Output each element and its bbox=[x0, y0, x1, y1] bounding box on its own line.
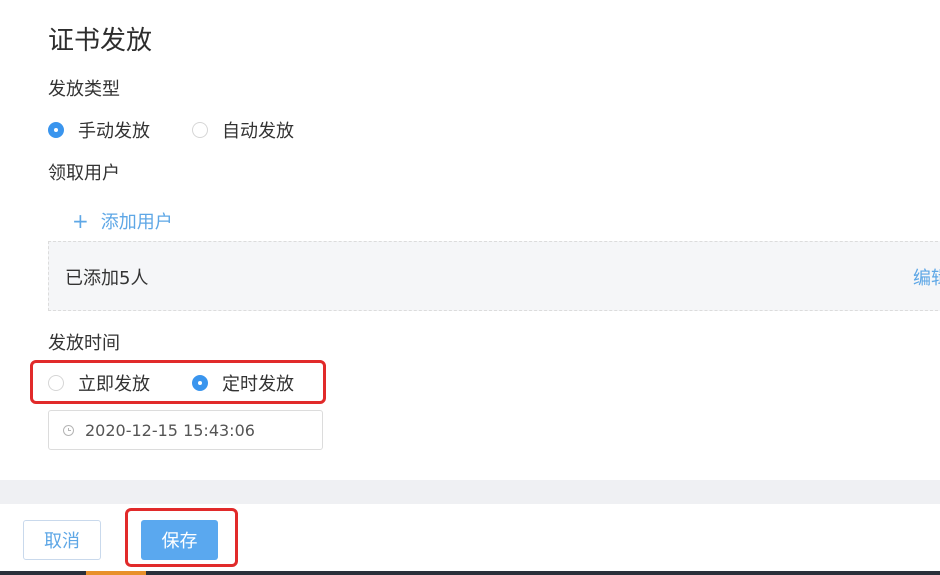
datetime-picker-input[interactable]: 2020-12-15 15:43:06 bbox=[48, 410, 323, 450]
added-users-summary: 已添加5人 bbox=[65, 268, 149, 289]
radio-auto-issue-label: 自动发放 bbox=[222, 121, 294, 142]
radio-manual-issue-label: 手动发放 bbox=[78, 121, 150, 142]
taskbar-accent bbox=[86, 571, 146, 575]
issue-time-label: 发放时间 bbox=[48, 333, 120, 354]
add-user-button[interactable]: + 添加用户 bbox=[72, 208, 173, 234]
add-user-label: 添加用户 bbox=[100, 212, 173, 233]
edit-users-link[interactable]: 编辑 bbox=[913, 264, 940, 290]
radio-checked-icon bbox=[48, 122, 64, 138]
radio-unchecked-icon bbox=[192, 122, 208, 138]
clock-icon bbox=[63, 424, 74, 436]
save-highlight-frame bbox=[125, 508, 238, 567]
page-title: 证书发放 bbox=[48, 26, 153, 56]
plus-icon: + bbox=[72, 209, 89, 233]
section-divider bbox=[0, 480, 940, 504]
added-users-panel: 已添加5人 编辑 bbox=[48, 241, 940, 311]
cancel-button[interactable]: 取消 bbox=[23, 520, 101, 560]
issue-type-label: 发放类型 bbox=[48, 79, 120, 100]
issue-time-highlight-frame bbox=[30, 360, 326, 404]
issue-type-radio-group: 手动发放 自动发放 bbox=[48, 118, 294, 142]
recipients-label: 领取用户 bbox=[48, 163, 120, 184]
datetime-value: 2020-12-15 15:43:06 bbox=[85, 420, 255, 440]
radio-auto-issue[interactable]: 自动发放 bbox=[192, 117, 294, 143]
radio-manual-issue[interactable]: 手动发放 bbox=[48, 117, 150, 143]
